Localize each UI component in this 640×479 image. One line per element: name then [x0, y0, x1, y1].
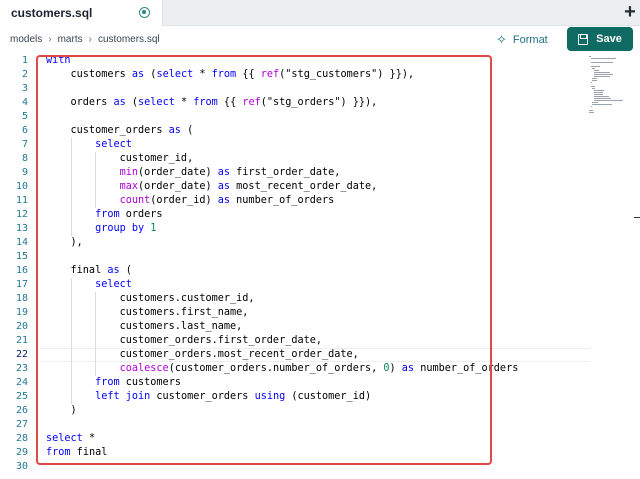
- scrollbar-marker[interactable]: [634, 217, 640, 218]
- breadcrumb-marts[interactable]: marts: [58, 34, 83, 45]
- line-number: 15: [15, 251, 28, 262]
- minimap-line: [592, 104, 613, 105]
- line-number: 24: [15, 377, 28, 388]
- sparkle-icon: ✧: [496, 32, 507, 47]
- minimap-line: [593, 74, 613, 75]
- line-number: 9: [21, 167, 28, 178]
- line-number: 26: [15, 405, 28, 416]
- line-number: 8: [21, 153, 28, 164]
- minimap-line: [593, 94, 603, 95]
- save-button[interactable]: Save: [567, 27, 633, 51]
- save-label: Save: [596, 33, 622, 45]
- minimap-line: [589, 110, 593, 111]
- chevron-right-icon: ›: [88, 34, 92, 45]
- line-number: 18: [15, 293, 28, 304]
- minimap-line: [593, 72, 610, 73]
- minimap-line: [592, 80, 597, 81]
- minimap-line: [592, 78, 598, 79]
- minimap-line: [592, 68, 595, 69]
- breadcrumb: models › marts › customers.sql: [10, 34, 160, 45]
- minimap-line: [589, 112, 594, 113]
- line-number: 25: [15, 391, 28, 402]
- minimap-line: [592, 102, 599, 103]
- line-number: 1: [21, 55, 28, 66]
- minimap-line: [593, 76, 610, 77]
- minimap-line: [593, 70, 600, 71]
- line-number: 20: [15, 321, 28, 332]
- line-number: 3: [21, 83, 28, 94]
- minimap-line: [593, 100, 624, 101]
- line-number: 4: [21, 97, 28, 108]
- minimap-line: [590, 86, 596, 87]
- minimap-line: [590, 62, 614, 63]
- minimap-line: [592, 88, 595, 89]
- line-number: 7: [21, 139, 28, 150]
- unsaved-dot-icon[interactable]: [139, 7, 150, 18]
- line-number: 12: [15, 209, 28, 220]
- tab-customers-sql[interactable]: customers.sql: [0, 0, 163, 26]
- line-number: 10: [15, 181, 28, 192]
- line-number: 29: [15, 447, 28, 458]
- minimap-line: [590, 66, 600, 67]
- line-number: 28: [15, 433, 28, 444]
- line-number: 6: [21, 125, 28, 136]
- minimap-line: [590, 58, 616, 59]
- line-number: 14: [15, 237, 28, 248]
- minimap-line: [590, 82, 592, 83]
- tab-bar: customers.sql +: [0, 0, 640, 26]
- line-number: 13: [15, 223, 28, 234]
- line-number: 22: [15, 349, 28, 360]
- selection-highlight-box: [36, 55, 492, 465]
- minimap-line: [593, 98, 612, 99]
- line-number: 2: [21, 69, 28, 80]
- minimap-line: [593, 96, 609, 97]
- add-tab-icon[interactable]: +: [622, 2, 638, 22]
- breadcrumb-file[interactable]: customers.sql: [98, 34, 160, 45]
- chevron-right-icon: ›: [48, 34, 52, 45]
- minimap-line: [593, 92, 604, 93]
- floppy-disk-icon: [578, 33, 589, 45]
- format-label: Format: [512, 34, 548, 46]
- minimap[interactable]: [589, 54, 637, 114]
- breadcrumb-models[interactable]: models: [10, 34, 42, 45]
- line-number: 27: [15, 419, 28, 430]
- line-number: 17: [15, 279, 28, 290]
- line-number: 30: [15, 461, 28, 472]
- format-button[interactable]: ✧ Format: [496, 31, 548, 49]
- minimap-line: [589, 56, 591, 57]
- editor-toolbar: models › marts › customers.sql ✧ Format: [0, 26, 640, 54]
- line-number: 11: [15, 195, 28, 206]
- line-number: 5: [21, 111, 28, 122]
- line-number: 23: [15, 363, 28, 374]
- tab-title: customers.sql: [11, 6, 93, 20]
- line-number: 19: [15, 307, 28, 318]
- line-number: 16: [15, 265, 28, 276]
- line-number: 21: [15, 335, 28, 346]
- minimap-line: [593, 90, 604, 91]
